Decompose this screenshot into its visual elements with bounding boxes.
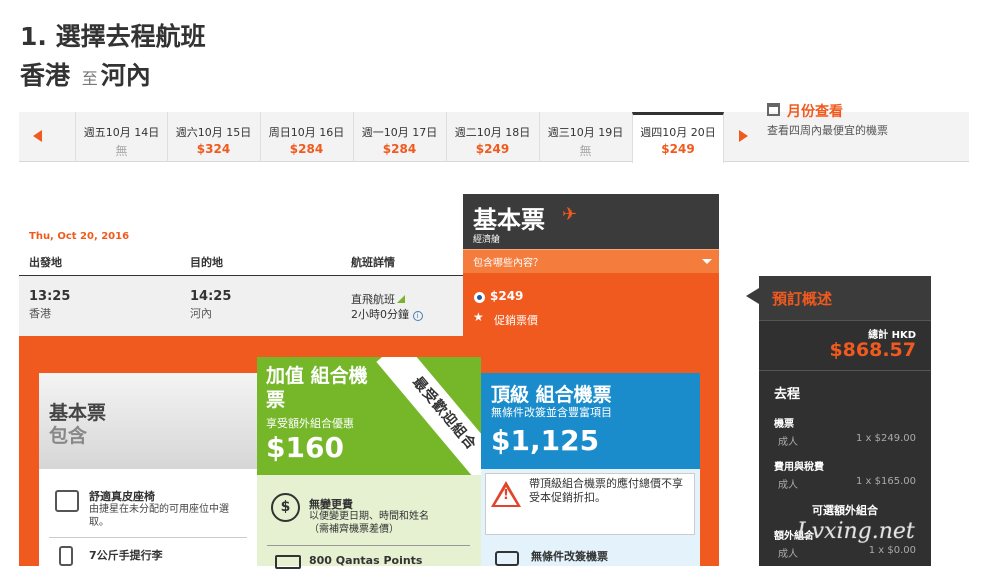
no-fee-icon: $	[271, 493, 300, 522]
date-label: 週二10月 18日	[454, 126, 531, 139]
summary-item-row: 成人 1 x $165.00	[778, 476, 916, 491]
date-tab[interactable]: 周日10月 16日 $284	[260, 112, 352, 162]
promo-label: 促銷票價	[494, 314, 538, 327]
star-icon: ★	[473, 310, 484, 324]
total-amount: $868.57	[829, 339, 916, 361]
col-header-arrive: 目的地	[190, 256, 223, 269]
passenger-type: 成人	[778, 480, 798, 491]
feature-desc: 以便變更日期、時間和姓名 （需補齊機票差價）	[309, 510, 429, 536]
max-bundle-price: $1,125	[491, 424, 600, 457]
fare-radio[interactable]	[474, 292, 485, 303]
col-header-depart: 出發地	[29, 256, 62, 269]
passenger-type: 成人	[778, 549, 798, 560]
feature-title: 舒適真皮座椅	[89, 490, 155, 503]
date-price: $249	[661, 142, 695, 156]
plus-bundle-subtitle: 享受額外組合優惠	[266, 417, 354, 430]
date-price: $249	[475, 142, 510, 156]
summary-item-label: 機票	[774, 419, 794, 430]
luggage-icon	[59, 546, 73, 566]
summary-section-title: 去程	[774, 387, 801, 402]
date-label: 週五10月 14日	[83, 126, 160, 139]
next-dates-arrow-icon[interactable]	[739, 130, 748, 142]
basic-bundle-subtitle: 包含	[49, 425, 88, 447]
line-amount: 1 x $0.00	[868, 545, 916, 556]
route-title: 香港 至河內	[20, 58, 151, 97]
feature-title: 無條件改簽機票	[531, 550, 608, 563]
plane-icon: ✈	[562, 204, 578, 225]
passenger-type: 成人	[778, 437, 798, 448]
feature-desc-line: （需補齊機票差價）	[309, 524, 399, 535]
line-amount: 1 x $249.00	[856, 433, 916, 444]
date-label: 週三10月 19日	[547, 126, 624, 139]
direct-flag-icon	[397, 295, 405, 303]
date-label: 週一10月 17日	[361, 126, 438, 139]
date-label: 週四10月 20日	[640, 126, 716, 139]
chevron-down-icon	[702, 259, 712, 264]
feature-title: 7公斤手提行李	[89, 549, 163, 562]
date-label: 周日10月 16日	[268, 126, 345, 139]
points-card-icon	[275, 555, 301, 569]
date-tab-selected[interactable]: 週四10月 20日 $249	[632, 112, 724, 163]
calendar-icon[interactable]	[767, 103, 780, 116]
month-view-subtitle: 查看四周內最便宜的機票	[767, 124, 888, 137]
fare-includes-label: 包含哪些內容？	[473, 258, 543, 269]
watermark: Lvxing.net	[797, 519, 915, 544]
feature-title: 800 Qantas Points	[309, 554, 423, 567]
optional-bundle-label: 可選額外組合	[812, 504, 878, 517]
fare-price: $249	[490, 289, 524, 303]
flight-duration: 2小時0分鐘 i	[351, 306, 423, 322]
date-price: 無	[115, 144, 128, 158]
summary-item-label: 費用與稅費	[774, 462, 824, 473]
feature-divider	[49, 537, 247, 538]
summary-divider	[759, 320, 931, 321]
summary-item-row: 成人 1 x $249.00	[778, 433, 916, 448]
arrive-city: 河內	[190, 307, 212, 320]
max-bundle-subtitle: 無條件改簽並含豐富項目	[491, 406, 612, 419]
max-bundle-title: 頂級 組合機票	[491, 384, 612, 406]
feature-desc-line: 以便變更日期、時間和姓名	[309, 511, 429, 522]
depart-time: 13:25	[29, 289, 71, 304]
fare-name: 基本票	[473, 206, 545, 234]
duration-label: 2小時0分鐘	[351, 308, 409, 321]
flight-type: 直飛航班	[351, 291, 405, 307]
date-price: $284	[382, 142, 417, 156]
date-tab[interactable]: 週三10月 19日無	[539, 112, 631, 162]
flight-date: Thu, Oct 20, 2016	[29, 231, 130, 242]
fare-class: 經濟艙	[473, 235, 501, 245]
date-tab[interactable]: 週五10月 14日無	[75, 112, 167, 162]
popular-ribbon: 最受歡迎組合	[367, 357, 481, 475]
date-tab[interactable]: 週六10月 15日 $324	[167, 112, 259, 162]
date-price: 無	[579, 144, 592, 158]
line-amount: 1 x $165.00	[856, 476, 916, 487]
info-icon[interactable]: i	[412, 311, 423, 321]
ticket-icon	[495, 551, 519, 566]
plus-bundle-price: $160	[266, 431, 344, 464]
col-header-details: 航班詳情	[351, 256, 395, 269]
month-view-link[interactable]: 月份查看	[787, 101, 843, 121]
depart-city: 香港	[29, 307, 51, 320]
arrive-time: 14:25	[190, 289, 232, 304]
date-price: $324	[196, 142, 231, 156]
fare-cell	[463, 273, 719, 343]
ribbon-label: 最受歡迎組合	[409, 374, 480, 454]
summary-item-row: 成人 1 x $0.00	[778, 545, 916, 560]
flight-type-label: 直飛航班	[351, 293, 395, 306]
warning-mark: !	[503, 488, 509, 503]
destination-city: 河內	[100, 61, 151, 90]
page-title: 1. 選擇去程航班	[20, 22, 206, 51]
summary-title: 預訂概述	[772, 290, 833, 308]
prev-dates-arrow-icon[interactable]	[33, 130, 42, 142]
summary-divider	[759, 370, 931, 371]
date-label: 週六10月 15日	[175, 126, 252, 139]
origin-city: 香港	[20, 61, 71, 90]
seat-icon	[55, 490, 79, 512]
feature-divider	[267, 545, 470, 546]
route-to: 至	[81, 69, 98, 88]
warning-text: 帶頂級組合機票的應付總價不享受本促銷折扣。	[529, 477, 683, 504]
date-tab[interactable]: 週一10月 17日 $284	[353, 112, 445, 162]
date-tab[interactable]: 週二10月 18日 $249	[446, 112, 538, 162]
summary-pointer	[746, 288, 759, 304]
date-price: $284	[289, 142, 324, 156]
feature-desc: 由捷星在未分配的可用座位中選取。	[89, 504, 229, 528]
